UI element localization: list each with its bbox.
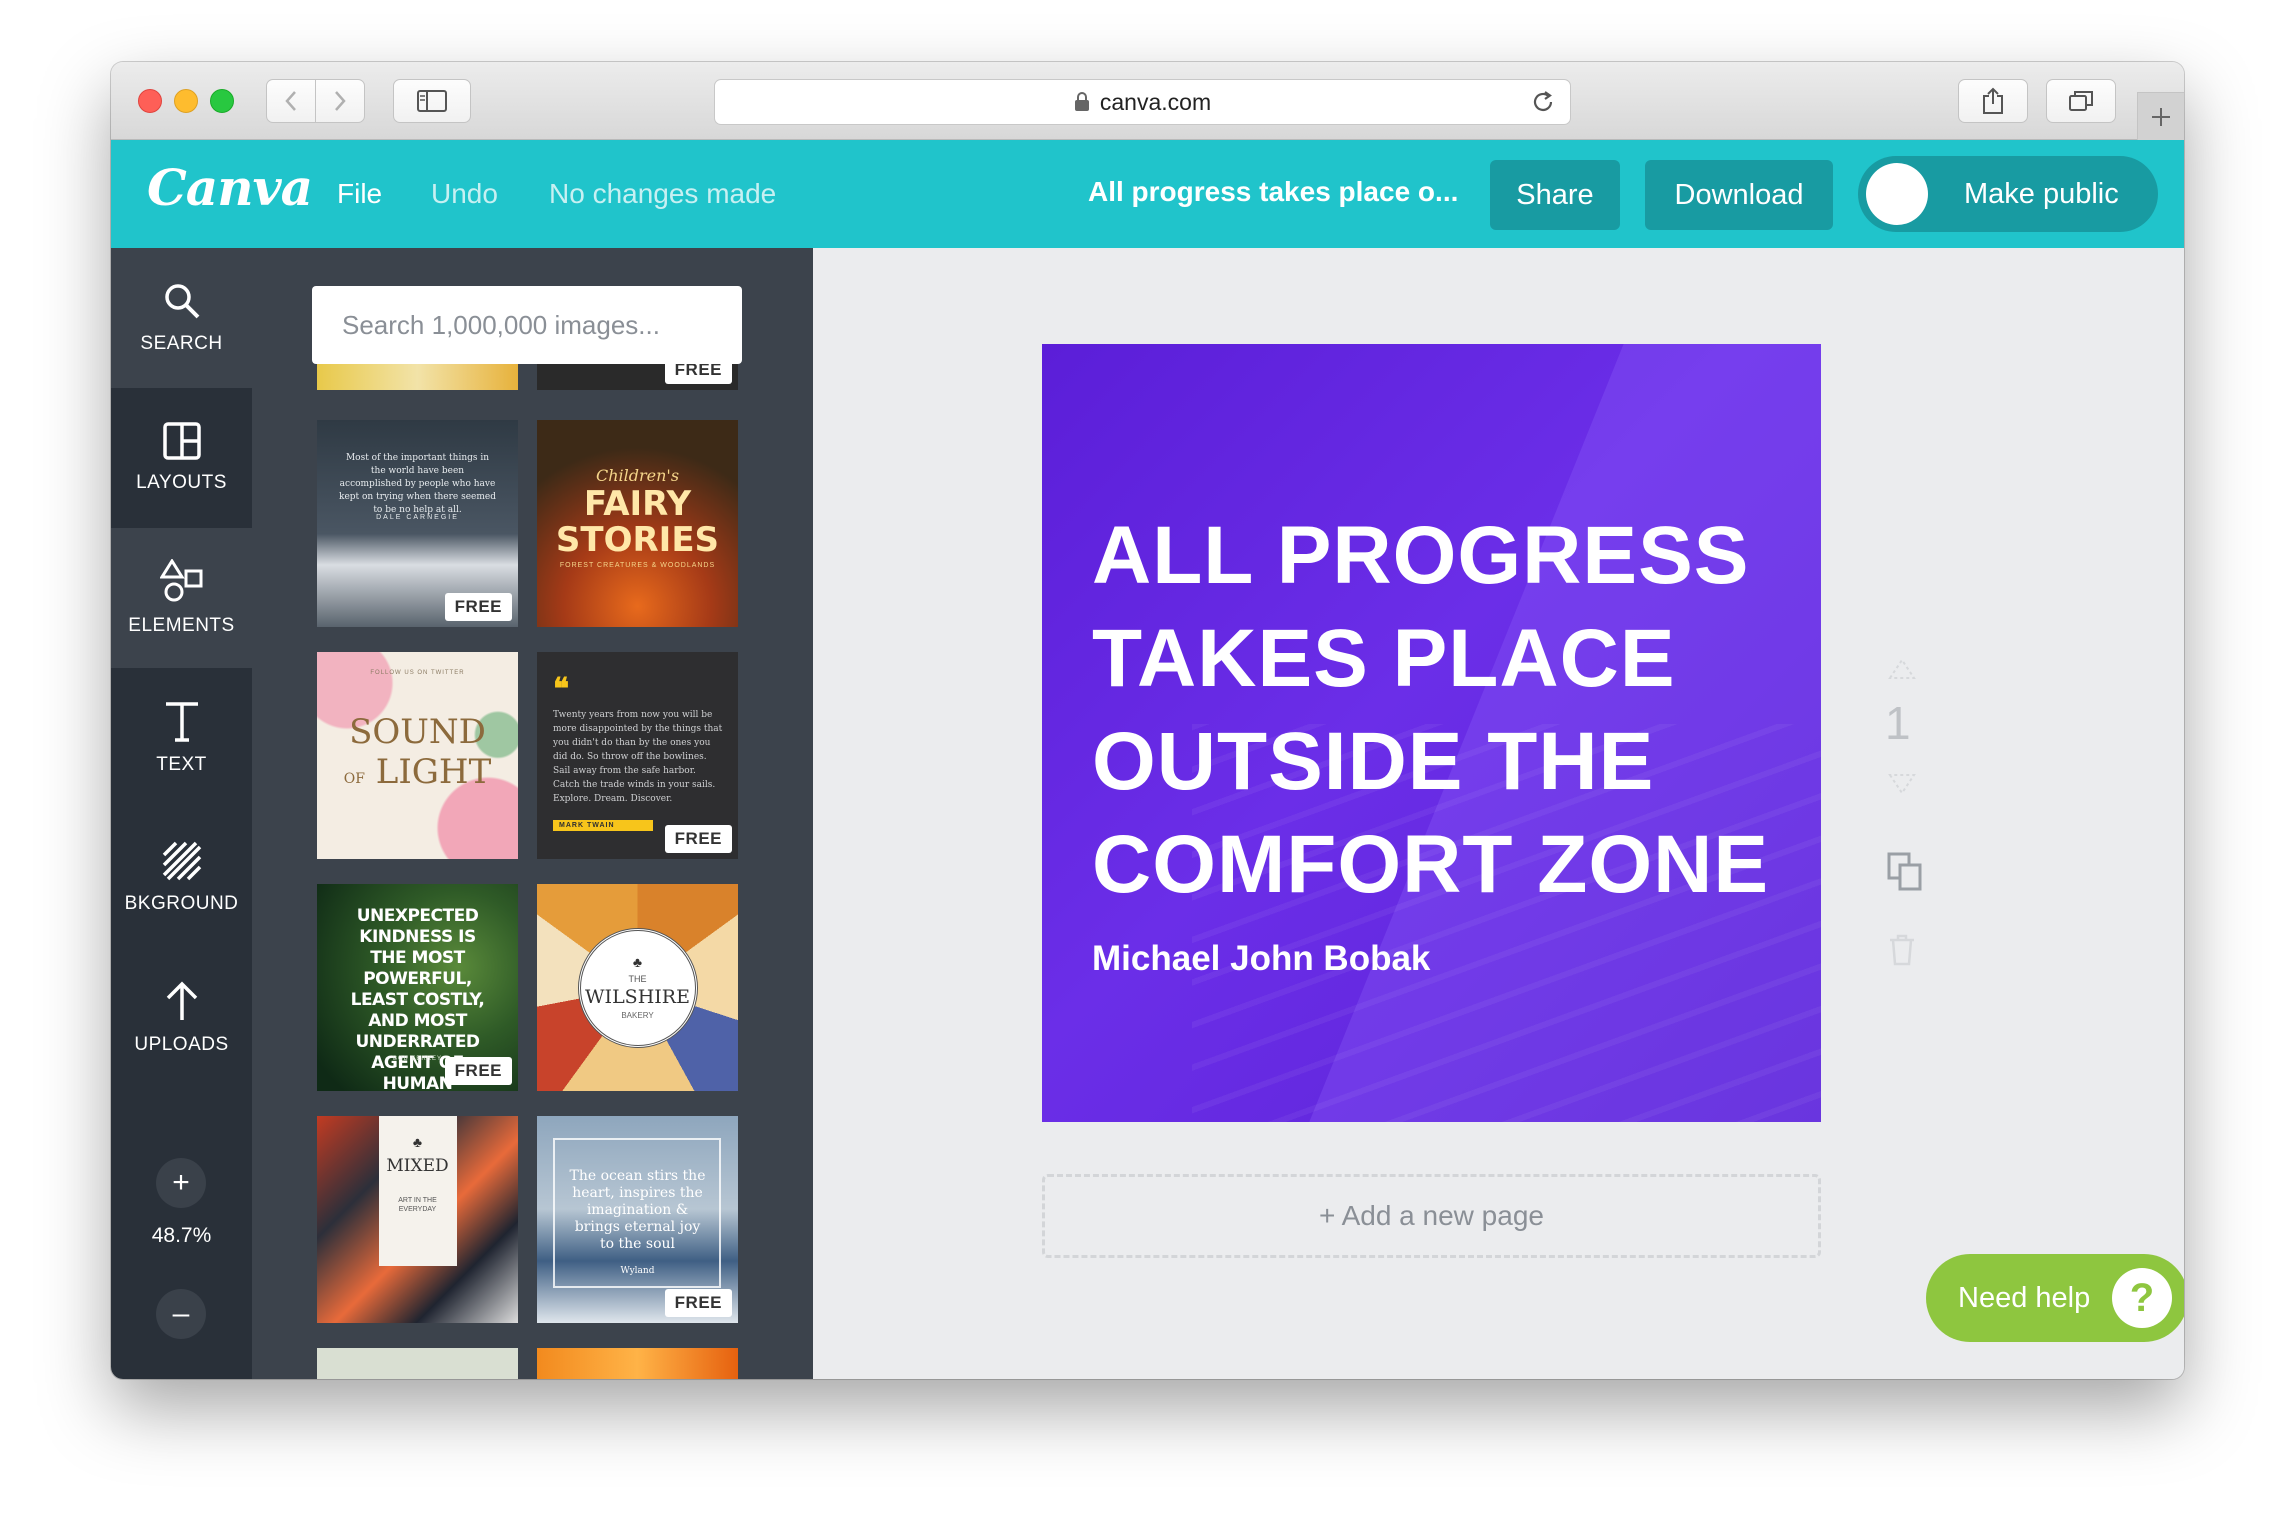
close-window-button[interactable]: [138, 89, 162, 113]
share-icon: [1983, 87, 2003, 114]
share-button[interactable]: Share: [1490, 160, 1620, 230]
quote-mark-icon: ❝: [553, 672, 570, 707]
minimize-window-button[interactable]: [174, 89, 198, 113]
reload-icon[interactable]: [1530, 89, 1556, 115]
toggle-knob: [1866, 163, 1928, 225]
document-title[interactable]: All progress takes place o...: [1088, 176, 1458, 208]
question-mark-icon: ?: [2112, 1268, 2172, 1328]
clover-icon: ♣: [632, 954, 643, 970]
browser-toolbar: canva.com: [111, 62, 2184, 140]
author-text[interactable]: Michael John Bobak: [1092, 939, 1430, 979]
background-pattern-icon: [162, 841, 201, 881]
rail-item-background[interactable]: BKGROUND: [111, 808, 252, 948]
chevron-left-icon: [285, 91, 296, 111]
design-page[interactable]: ALL PROGRESS TAKES PLACE OUTSIDE THE COM…: [1042, 344, 1821, 1122]
layouts-icon: [162, 422, 201, 460]
canva-logo[interactable]: Canva: [147, 158, 313, 217]
template-thumbnail[interactable]: [317, 1348, 518, 1379]
back-button[interactable]: [266, 79, 316, 123]
free-badge: FREE: [444, 1057, 512, 1085]
page-up-icon[interactable]: [1887, 656, 1917, 680]
rail-item-uploads[interactable]: UPLOADS: [111, 948, 252, 1088]
browser-window: canva.com Canva File Undo No changes mad…: [111, 62, 2184, 1379]
show-tabs-button[interactable]: [2046, 79, 2116, 123]
template-thumbnail[interactable]: ❝ Twenty years from now you will be more…: [537, 652, 738, 859]
template-thumbnail[interactable]: [537, 1348, 738, 1379]
forward-button[interactable]: [315, 79, 365, 123]
template-thumbnail[interactable]: The ocean stirs the heart, inspires the …: [537, 1116, 738, 1323]
save-status: No changes made: [549, 178, 777, 209]
rail-item-elements[interactable]: ELEMENTS: [111, 528, 252, 668]
image-search-input[interactable]: Search 1,000,000 images...: [312, 286, 742, 364]
zoom-window-button[interactable]: [210, 89, 234, 113]
clover-icon: ♣: [412, 1134, 423, 1150]
template-thumbnail[interactable]: FOLLOW US ON TWITTER SOUND OF LIGHT: [317, 652, 518, 859]
canva-topbar: Canva File Undo No changes made All prog…: [111, 140, 2184, 248]
layouts-panel: Search 1,000,000 images... FREE Most of …: [252, 248, 813, 1379]
duplicate-page-icon[interactable]: [1887, 852, 1923, 892]
template-thumbnail[interactable]: ♣ THE WILSHIRE BAKERY: [537, 884, 738, 1091]
new-tab-button[interactable]: [2137, 92, 2184, 140]
design-workspace: ALL PROGRESS TAKES PLACE OUTSIDE THE COM…: [813, 248, 2184, 1379]
template-thumbnail[interactable]: ♣ MIXED ART IN THE EVERYDAY: [317, 1116, 518, 1323]
add-page-button[interactable]: + Add a new page: [1042, 1174, 1821, 1258]
zoom-in-button[interactable]: +: [156, 1158, 206, 1208]
undo-button[interactable]: Undo: [431, 178, 498, 210]
zoom-level: 48.7%: [151, 1224, 212, 1247]
free-badge: FREE: [664, 825, 732, 853]
make-public-label: Make public: [1964, 177, 2119, 210]
tabs-icon: [2069, 91, 2093, 111]
quote-text[interactable]: ALL PROGRESS TAKES PLACE OUTSIDE THE COM…: [1092, 504, 1792, 916]
trash-icon[interactable]: [1887, 934, 1917, 966]
url-text: canva.com: [1099, 88, 1212, 115]
page-number: 1: [1885, 697, 1911, 749]
lock-icon: [1074, 92, 1089, 111]
file-menu[interactable]: File: [337, 178, 382, 210]
address-bar[interactable]: canva.com: [714, 79, 1571, 125]
zoom-out-button[interactable]: –: [156, 1289, 206, 1339]
template-thumbnail[interactable]: UNEXPECTED KINDNESS IS THE MOST POWERFUL…: [317, 884, 518, 1091]
search-icon: [164, 284, 199, 319]
free-badge: FREE: [664, 1289, 732, 1317]
need-help-button[interactable]: Need help ?: [1926, 1254, 2184, 1342]
sidebar-toggle-button[interactable]: [393, 79, 471, 123]
chevron-right-icon: [335, 91, 346, 111]
rail-item-layouts[interactable]: LAYOUTS: [111, 388, 252, 528]
side-rail: SEARCH LAYOUTS ELEMENTS TEXT BKGROUND UP…: [111, 248, 252, 1379]
shapes-icon: [159, 559, 202, 602]
template-thumbnail[interactable]: Most of the important things in the worl…: [317, 420, 518, 627]
browser-share-button[interactable]: [1958, 79, 2028, 123]
text-icon: [165, 702, 198, 742]
rail-item-search[interactable]: SEARCH: [111, 248, 252, 388]
page-down-icon[interactable]: [1887, 773, 1917, 797]
sidebar-icon: [417, 90, 447, 112]
free-badge: FREE: [444, 593, 512, 621]
download-button[interactable]: Download: [1645, 160, 1833, 230]
make-public-toggle[interactable]: Make public: [1858, 156, 2158, 232]
rail-item-text[interactable]: TEXT: [111, 668, 252, 808]
upload-arrow-icon: [166, 981, 197, 1020]
template-thumbnail[interactable]: Children's FAIRY STORIES FOREST CREATURES…: [537, 420, 738, 627]
plus-icon: [2152, 107, 2170, 126]
